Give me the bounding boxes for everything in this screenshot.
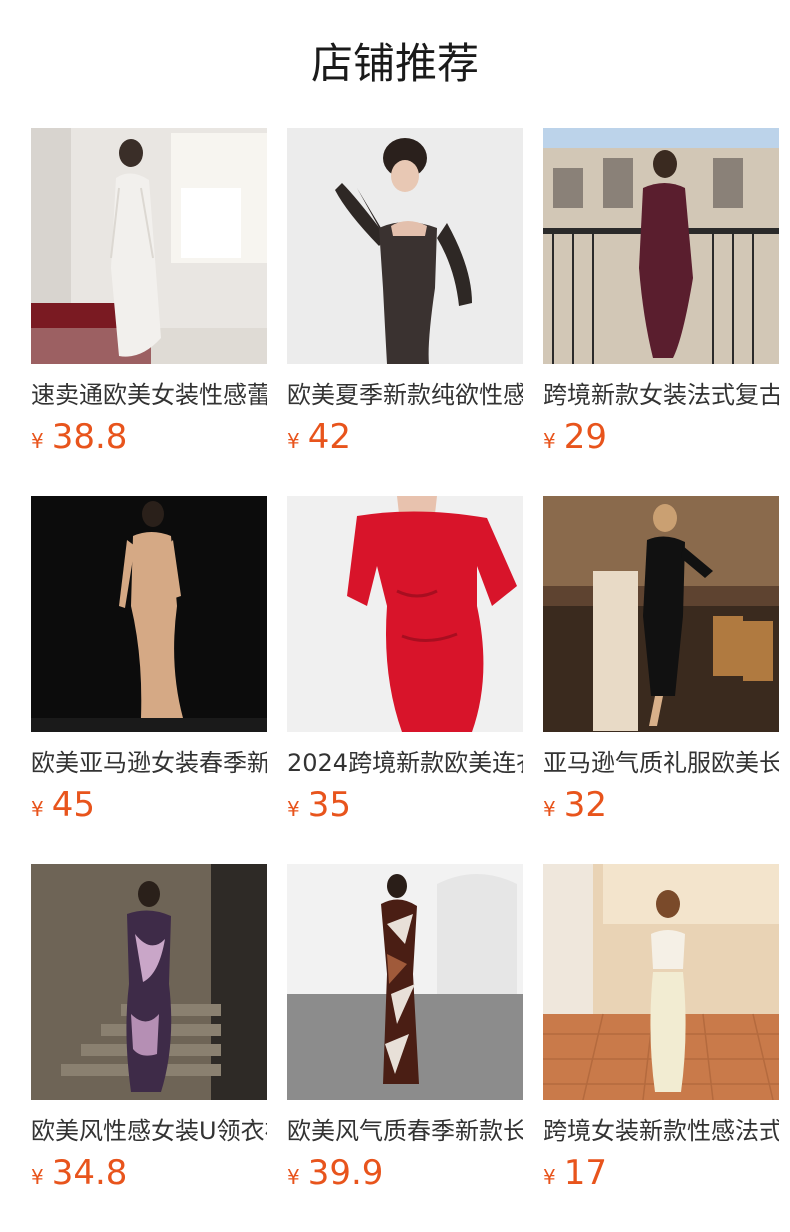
price-amount: 42 xyxy=(307,417,351,457)
product-price: ¥38.8 xyxy=(31,415,127,459)
currency-symbol: ¥ xyxy=(287,1165,300,1189)
currency-symbol: ¥ xyxy=(543,429,556,453)
product-name[interactable]: 欧美风性感女装U领衣裙 xyxy=(31,1113,267,1149)
currency-symbol: ¥ xyxy=(31,1165,44,1189)
currency-symbol: ¥ xyxy=(31,797,44,821)
currency-symbol: ¥ xyxy=(543,1165,556,1189)
product-price: ¥17 xyxy=(543,1151,607,1195)
currency-symbol: ¥ xyxy=(31,429,44,453)
product-price: ¥35 xyxy=(287,783,351,827)
product-price: ¥29 xyxy=(543,415,607,459)
currency-symbol: ¥ xyxy=(287,429,300,453)
product-image[interactable] xyxy=(31,128,267,364)
product-name[interactable]: 2024跨境新款欧美连衣裙 xyxy=(287,745,523,781)
product-name[interactable]: 速卖通欧美女装性感蕾丝连衣裙 xyxy=(31,377,267,413)
price-amount: 35 xyxy=(307,785,351,825)
product-price: ¥32 xyxy=(543,783,607,827)
product-image[interactable] xyxy=(287,128,523,364)
price-amount: 17 xyxy=(563,1153,607,1193)
product-name[interactable]: 跨境女装新款性感法式套装 xyxy=(543,1113,779,1149)
product-image[interactable] xyxy=(31,864,267,1100)
section-header: 店铺推荐 xyxy=(0,0,790,128)
product-price: ¥39.9 xyxy=(287,1151,383,1195)
currency-symbol: ¥ xyxy=(543,797,556,821)
product-name[interactable]: 跨境新款女装法式复古碎花裙 xyxy=(543,377,779,413)
product-image[interactable] xyxy=(543,864,779,1100)
product-image[interactable] xyxy=(31,496,267,732)
product-image[interactable] xyxy=(287,864,523,1100)
price-amount: 32 xyxy=(563,785,607,825)
price-amount: 34.8 xyxy=(51,1153,128,1193)
product-name[interactable]: 欧美亚马逊女装春季新款连衣裙 xyxy=(31,745,267,781)
product-image[interactable] xyxy=(287,496,523,732)
product-image[interactable] xyxy=(543,496,779,732)
product-image[interactable] xyxy=(543,128,779,364)
product-name[interactable]: 欧美夏季新款纯欲性感长裙 xyxy=(287,377,523,413)
price-amount: 39.9 xyxy=(307,1153,384,1193)
product-price: ¥42 xyxy=(287,415,351,459)
product-name[interactable]: 欧美风气质春季新款长裙 xyxy=(287,1113,523,1149)
product-name[interactable]: 亚马逊气质礼服欧美长裙 xyxy=(543,745,779,781)
currency-symbol: ¥ xyxy=(287,797,300,821)
price-amount: 38.8 xyxy=(51,417,128,457)
section-title: 店铺推荐 xyxy=(310,39,479,88)
product-price: ¥45 xyxy=(31,783,95,827)
product-price: ¥34.8 xyxy=(31,1151,127,1195)
price-amount: 29 xyxy=(563,417,607,457)
price-amount: 45 xyxy=(51,785,95,825)
